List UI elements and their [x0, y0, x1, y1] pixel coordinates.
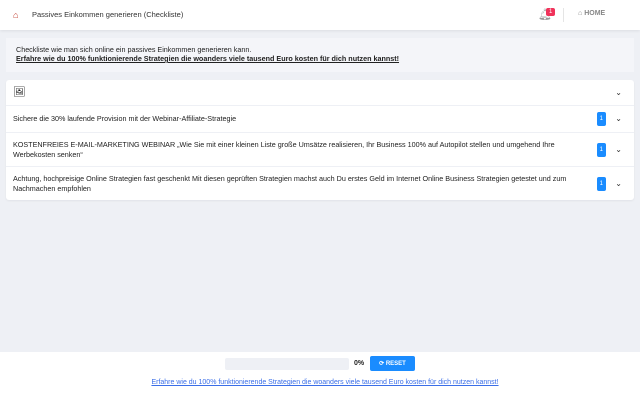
item-text: KOSTENFREIES E-MAIL-MARKETING WEBINAR „W…: [13, 139, 555, 159]
chevron-down-icon[interactable]: ⌄: [615, 114, 622, 124]
checklist: 🖼︎ ⌄ Sichere die 30% laufende Provision …: [6, 80, 634, 200]
progress-label: 0%: [354, 360, 365, 367]
intro-text: Checkliste wie man sich online ein passi…: [16, 45, 252, 54]
notification-badge: 1: [546, 8, 556, 16]
page-title: Passives Einkommen generieren (Checklist…: [32, 10, 184, 19]
home-label: HOME: [584, 10, 606, 17]
footer: 0% ⟳ RESET Erfahre wie du 100% funktioni…: [0, 352, 640, 400]
refresh-icon: ⟳: [379, 361, 386, 367]
logo-icon: ⌂: [13, 10, 19, 20]
chevron-down-icon[interactable]: ⌄: [615, 179, 622, 189]
chevron-down-icon[interactable]: ⌄: [615, 145, 622, 155]
intro-box: Checkliste wie man sich online ein passi…: [6, 38, 634, 72]
list-item[interactable]: KOSTENFREIES E-MAIL-MARKETING WEBINAR „W…: [6, 133, 634, 167]
reset-button[interactable]: ⟳ RESET: [370, 356, 415, 371]
list-item[interactable]: Sichere die 30% laufende Provision mit d…: [6, 106, 634, 133]
divider: [563, 8, 564, 22]
list-item[interactable]: Achtung, hochpreisige Online Strategien …: [6, 167, 634, 200]
count-badge: 1: [596, 142, 606, 157]
item-text: Achtung, hochpreisige Online Strategien …: [13, 173, 567, 193]
footer-link[interactable]: Erfahre wie du 100% funktionierende Stra…: [135, 379, 515, 386]
home-link[interactable]: ⌂ HOME: [578, 10, 605, 17]
image-icon: 🖼︎: [13, 86, 26, 98]
intro-link[interactable]: Erfahre wie du 100% funktionierende Stra…: [16, 54, 399, 63]
progress-bar: [225, 358, 349, 370]
item-text: Sichere die 30% laufende Provision mit d…: [13, 114, 237, 123]
top-bar: ⌂ Passives Einkommen generieren (Checkli…: [0, 0, 640, 30]
count-badge: 1: [596, 112, 606, 126]
chevron-down-icon[interactable]: ⌄: [615, 88, 622, 98]
image-row[interactable]: 🖼︎ ⌄: [6, 80, 634, 106]
reset-label: RESET: [385, 361, 406, 367]
count-badge: 1: [596, 176, 606, 191]
